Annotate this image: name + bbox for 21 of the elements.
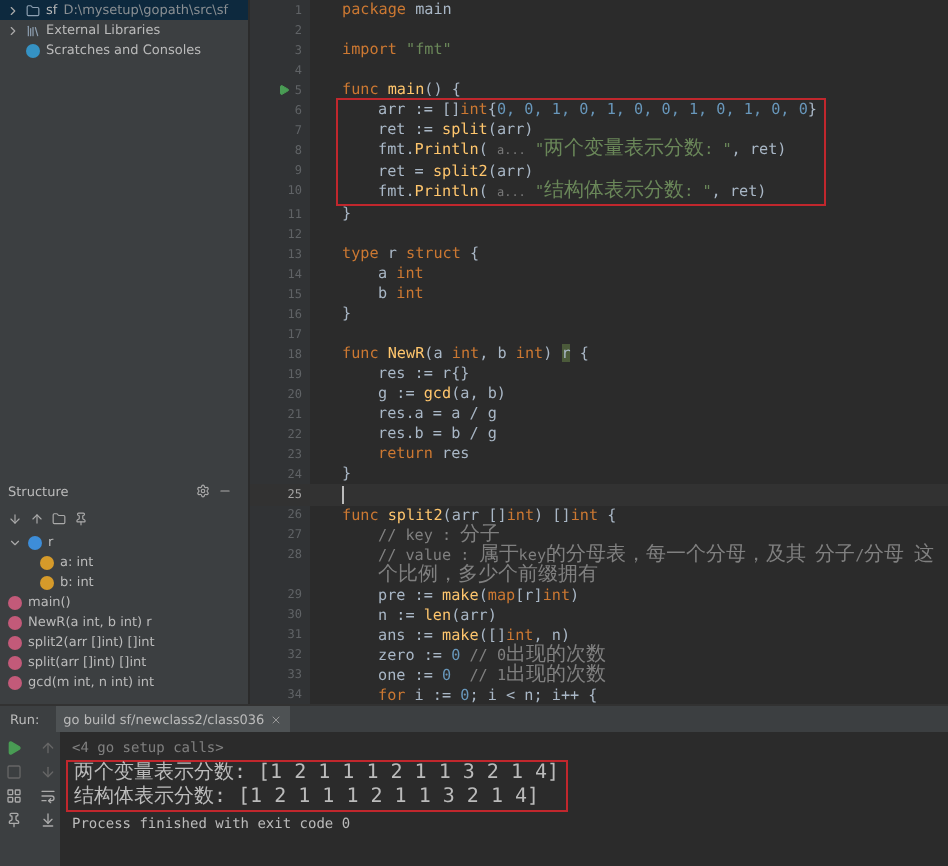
wrap-icon[interactable] xyxy=(39,788,55,804)
console-line: 结构体表示分数: [1 2 1 1 1 2 1 1 3 2 1 4] xyxy=(74,786,542,810)
library-icon xyxy=(26,23,40,37)
console-line: 两个变量表示分数: [1 2 1 1 1 2 1 1 3 2 1 4] xyxy=(74,762,560,785)
sort-icon[interactable] xyxy=(8,512,22,526)
settings-icon[interactable] xyxy=(196,484,210,498)
run-icon[interactable] xyxy=(5,740,21,756)
chevron-icon[interactable] xyxy=(6,23,20,37)
chevron-icon[interactable] xyxy=(6,3,20,17)
sort-icon[interactable] xyxy=(30,512,44,526)
pin-icon[interactable] xyxy=(74,512,88,526)
minimize-icon[interactable] xyxy=(218,484,232,498)
folder-icon xyxy=(26,3,40,17)
layout-icon[interactable] xyxy=(5,788,21,804)
folder-icon[interactable] xyxy=(52,512,66,526)
close-icon[interactable] xyxy=(270,713,283,725)
chevron-icon[interactable] xyxy=(8,535,22,549)
scroll-end-icon[interactable] xyxy=(39,812,55,828)
text-cursor xyxy=(342,485,344,503)
pin-icon[interactable] xyxy=(5,812,21,828)
run-icon[interactable] xyxy=(278,84,291,96)
